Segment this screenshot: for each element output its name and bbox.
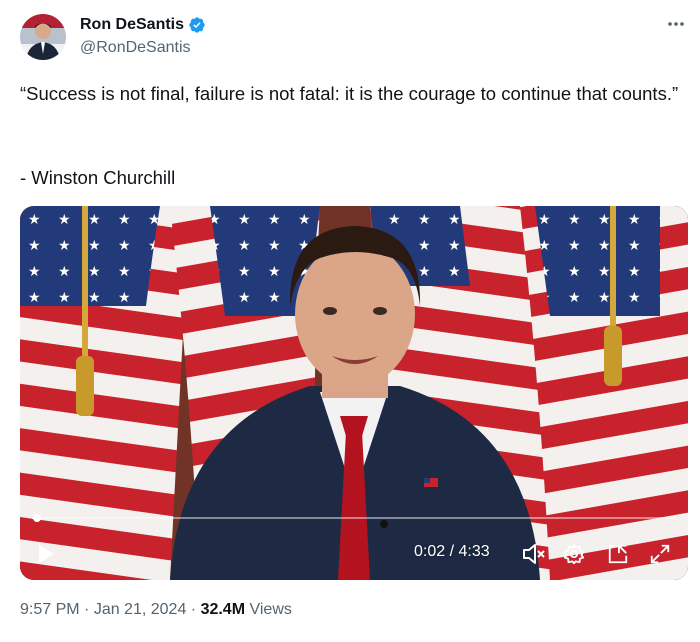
mute-icon: [523, 544, 545, 564]
play-button[interactable]: [34, 540, 58, 568]
meta-separator: ·: [186, 601, 201, 618]
video-progress-bar[interactable]: [32, 514, 676, 522]
video-player[interactable]: ★: [20, 206, 688, 580]
tweet-time[interactable]: 9:57 PM: [20, 601, 80, 618]
mute-button[interactable]: [520, 540, 548, 568]
views-count: 32.4M: [200, 601, 246, 618]
author-name[interactable]: Ron DeSantis: [80, 16, 184, 34]
verified-badge-icon: [189, 17, 205, 33]
fullscreen-icon: [650, 544, 670, 564]
settings-button[interactable]: [560, 540, 588, 568]
play-icon: [39, 545, 54, 563]
picture-in-picture-icon: [608, 544, 628, 564]
picture-in-picture-button[interactable]: [604, 540, 632, 568]
views-label: Views: [245, 601, 292, 618]
tweet-meta: 9:57 PM · Jan 21, 2024 · 32.4M Views: [20, 601, 292, 619]
tweet-attribution: - Winston Churchill: [20, 167, 176, 188]
meta-separator: ·: [79, 601, 94, 618]
video-time-readout: 0:02 / 4:33: [414, 543, 490, 560]
avatar-image: [20, 14, 66, 60]
avatar[interactable]: [20, 14, 66, 60]
author-handle[interactable]: @RonDeSantis: [80, 39, 191, 57]
author-name-row[interactable]: Ron DeSantis: [80, 16, 206, 34]
tweet-text: “Success is not final, failure is not fa…: [20, 83, 679, 104]
video-progress-thumb[interactable]: [32, 514, 41, 522]
video-frame: ★: [20, 206, 688, 580]
more-options-icon: [668, 22, 684, 26]
tweet-date[interactable]: Jan 21, 2024: [94, 601, 187, 618]
settings-icon: [563, 543, 585, 565]
fullscreen-button[interactable]: [646, 540, 674, 568]
more-options-button[interactable]: [666, 14, 686, 34]
